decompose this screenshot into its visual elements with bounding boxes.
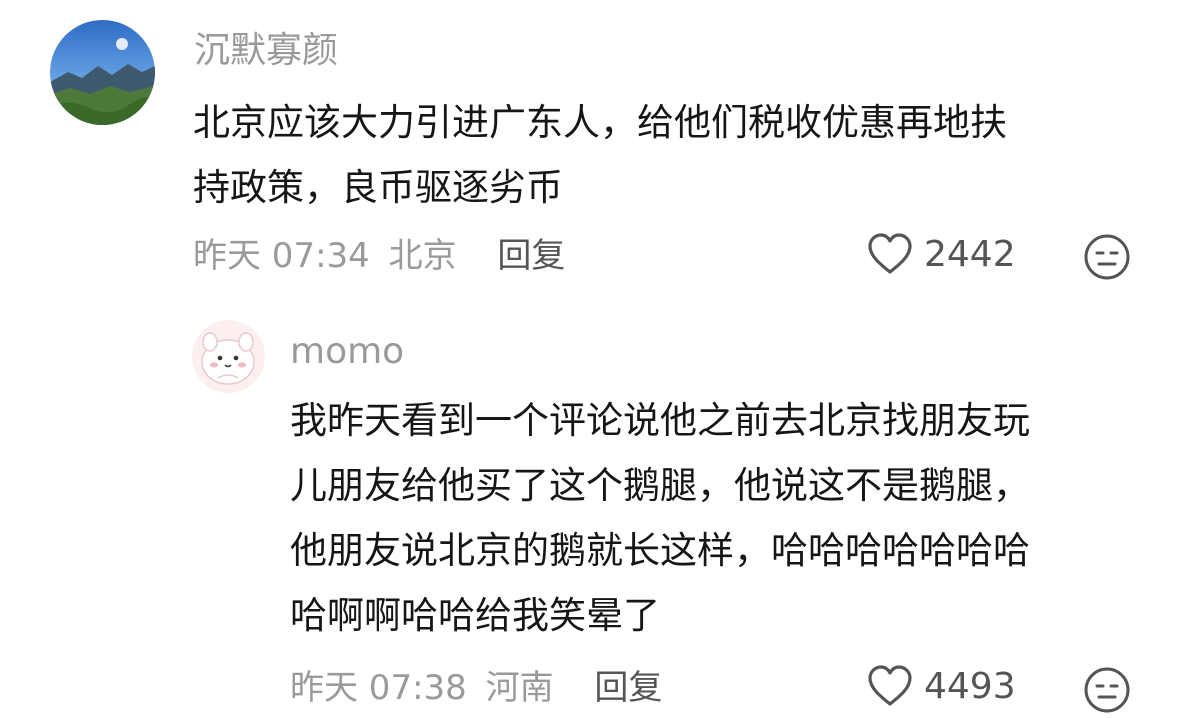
avatar[interactable] xyxy=(192,320,265,393)
comment-location: 河南 xyxy=(485,668,554,708)
neutral-face-icon xyxy=(1084,234,1130,280)
comment-line: 持政策，良币驱逐劣币 xyxy=(193,166,563,209)
cartoon-avatar-icon xyxy=(192,320,265,393)
reply-button[interactable]: 回复 xyxy=(594,668,662,708)
comment-content: 我昨天看到一个评论说他之前去北京找朋友玩 儿朋友给他买了这个鹅腿，他说这不是鹅腿… xyxy=(290,388,1150,648)
like-count: 2442 xyxy=(924,233,1016,275)
landscape-avatar-icon xyxy=(50,20,155,125)
like-button[interactable]: 4493 xyxy=(866,664,1016,708)
heart-outline-icon xyxy=(868,665,912,706)
neutral-face-icon xyxy=(1084,667,1130,713)
comment-meta: 昨天 07:34 北京 回复 xyxy=(193,234,565,278)
comment-line: 儿朋友给他买了这个鹅腿，他说这不是鹅腿， xyxy=(290,464,1030,507)
comment-location: 北京 xyxy=(388,236,457,276)
comment-item: 沉默寡颜 北京应该大力引进广东人，给他们税收优惠再地扶 持政策，良币驱逐劣币 昨… xyxy=(0,0,1179,300)
dislike-button[interactable] xyxy=(1083,666,1131,714)
comment-line: 哈啊啊哈哈给我笑晕了 xyxy=(290,594,660,637)
like-count: 4493 xyxy=(924,665,1016,707)
heart-outline-icon xyxy=(868,233,912,274)
dislike-button[interactable] xyxy=(1083,233,1131,281)
comment-time: 昨天 07:38 xyxy=(290,668,467,708)
like-button[interactable]: 2442 xyxy=(866,232,1016,276)
comment-time: 昨天 07:34 xyxy=(193,236,370,276)
username[interactable]: 沉默寡颜 xyxy=(194,27,338,75)
comment-line: 北京应该大力引进广东人，给他们税收优惠再地扶 xyxy=(193,101,1007,144)
comment-line: 我昨天看到一个评论说他之前去北京找朋友玩 xyxy=(290,399,1030,442)
reply-comment-item: momo 我昨天看到一个评论说他之前去北京找朋友玩 儿朋友给他买了这个鹅腿，他说… xyxy=(0,300,1179,713)
reply-button[interactable]: 回复 xyxy=(497,236,565,276)
comment-content: 北京应该大力引进广东人，给他们税收优惠再地扶 持政策，良币驱逐劣币 xyxy=(193,90,1133,220)
comment-line: 他朋友说北京的鹅就长这样，哈哈哈哈哈哈哈 xyxy=(290,529,1030,572)
comment-meta: 昨天 07:38 河南 回复 xyxy=(290,666,662,710)
avatar[interactable] xyxy=(50,20,155,125)
username[interactable]: momo xyxy=(290,328,404,376)
